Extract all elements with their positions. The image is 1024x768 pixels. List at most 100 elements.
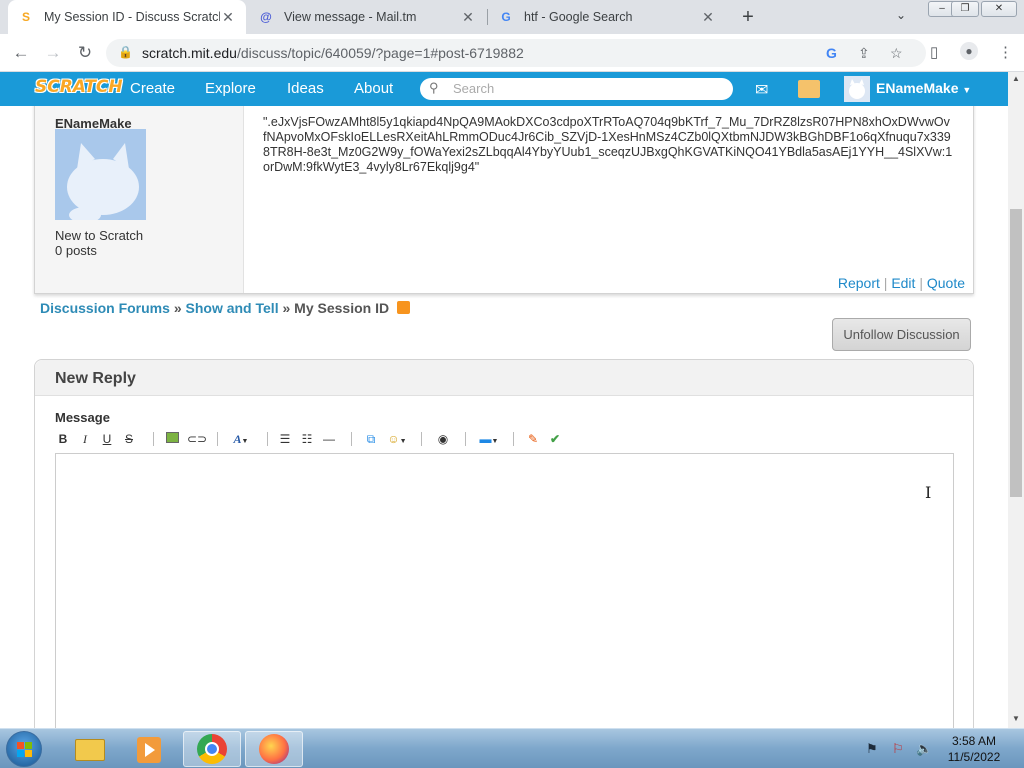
breadcrumb: Discussion Forums » Show and Tell » My S… (40, 300, 410, 316)
windows-logo-icon (17, 742, 32, 757)
google-favicon-icon: G (501, 10, 511, 24)
share-icon[interactable]: ⇪ (858, 45, 870, 62)
reload-icon[interactable]: ↻ (74, 42, 96, 64)
google-lens-icon[interactable]: G (826, 45, 837, 61)
image-icon[interactable] (165, 430, 179, 448)
profile-icon[interactable]: ● (960, 42, 978, 60)
scratch-search-input[interactable]: ⚲ Search (420, 78, 733, 100)
post-actions: Report | Edit | Quote (838, 275, 965, 291)
chrome-taskbar-icon[interactable] (183, 731, 241, 767)
clock-time: 3:58 AM (951, 734, 997, 748)
address-bar[interactable]: 🔒 scratch.mit.edu/discuss/topic/640059/?… (106, 39, 926, 67)
numbered-list-icon[interactable]: ☷ (299, 430, 315, 448)
font-color-icon[interactable]: A▼ (229, 430, 253, 448)
breadcrumb-current: My Session ID (294, 300, 390, 316)
tab-mail-tm[interactable]: @ View message - Mail.tm ✕ (248, 0, 486, 34)
close-window-button[interactable]: ✕ (981, 1, 1017, 17)
chevron-down-icon: ▼ (962, 85, 972, 95)
media-player-taskbar-icon[interactable] (122, 731, 180, 767)
check-icon[interactable]: ✔ (547, 430, 563, 448)
windows-taskbar: ⚑ ⚐ 🔈 3:58 AM 11/5/2022 (0, 728, 1024, 768)
nav-explore[interactable]: Explore (205, 80, 256, 97)
tab-title: htf - Google Search (524, 10, 633, 24)
new-reply-panel: New Reply Message B I U S ⊂⊃ A▼ ☰ ☷ — ⧉ … (34, 359, 974, 728)
close-tab-icon[interactable]: ✕ (460, 9, 476, 26)
rss-feed-icon[interactable] (396, 301, 410, 314)
bookmark-star-icon[interactable]: ☆ (890, 45, 903, 62)
tab-title: View message - Mail.tm (284, 10, 417, 24)
firefox-taskbar-icon[interactable] (245, 731, 303, 767)
globe-icon[interactable]: ◉ (435, 430, 451, 448)
reply-header (35, 360, 973, 396)
clean-icon[interactable]: ✎ (525, 430, 541, 448)
message-textarea[interactable] (55, 453, 954, 728)
author-post-count: 0 posts (55, 243, 97, 258)
browser-toolbar: ← → ↻ 🔒 scratch.mit.edu/discuss/topic/64… (0, 34, 1024, 72)
tab-search-icon[interactable]: ⌄ (896, 8, 906, 22)
action-separator: | (919, 275, 923, 291)
smiley-icon[interactable]: ☺▼ (385, 430, 409, 448)
breadcrumb-discussion-forums[interactable]: Discussion Forums (40, 300, 170, 316)
toolbar-divider (421, 432, 422, 446)
browser-tab-strip: S My Session ID - Discuss Scratch ✕ @ Vi… (0, 0, 1024, 34)
username-dropdown[interactable]: ENameMake ▼ (876, 80, 971, 96)
close-tab-icon[interactable]: ✕ (700, 9, 716, 26)
message-label: Message (55, 410, 110, 425)
volume-tray-icon[interactable]: 🔈 (916, 741, 932, 757)
scratch-favicon-icon: S (21, 10, 30, 24)
toolbar-divider (267, 432, 268, 446)
network-tray-icon[interactable]: ⚑ (866, 741, 878, 757)
new-tab-button[interactable]: + (736, 5, 760, 29)
author-rank: New to Scratch (55, 228, 144, 243)
bulleted-list-icon[interactable]: ☰ (277, 430, 293, 448)
horizontal-rule-icon[interactable]: — (321, 430, 337, 448)
link-icon[interactable]: ⊂⊃ (187, 430, 207, 448)
nav-about[interactable]: About (354, 80, 393, 97)
scroll-up-arrow-icon[interactable]: ▲ (1008, 72, 1024, 86)
taskbar-clock[interactable]: 3:58 AM 11/5/2022 (940, 733, 1008, 765)
strikethrough-icon[interactable]: S (123, 430, 135, 448)
action-center-tray-icon[interactable]: ⚐ (892, 741, 904, 757)
underline-icon[interactable]: U (101, 430, 113, 448)
user-avatar[interactable] (844, 76, 870, 102)
bold-icon[interactable]: B (57, 430, 69, 448)
tab-google-search[interactable]: G htf - Google Search ✕ (488, 0, 726, 34)
mailtm-favicon-icon: @ (260, 10, 272, 24)
edit-link[interactable]: Edit (891, 275, 915, 291)
search-placeholder: Search (453, 81, 495, 96)
page-content: ENameMake New to Scratch 0 posts ".eJxVj… (0, 106, 1008, 728)
side-panel-icon[interactable]: ▯ (930, 43, 938, 61)
quote-link[interactable]: Quote (927, 275, 965, 291)
code-icon[interactable]: ▬▼ (477, 430, 501, 448)
nav-ideas[interactable]: Ideas (287, 80, 324, 97)
tab-discuss-scratch[interactable]: S My Session ID - Discuss Scratch ✕ (8, 0, 246, 34)
explorer-taskbar-icon[interactable] (62, 731, 120, 767)
back-arrow-icon[interactable]: ← (10, 42, 32, 64)
forward-arrow-icon[interactable]: → (42, 42, 64, 64)
toolbar-divider (351, 432, 352, 446)
page-scrollbar[interactable]: ▲ ▼ (1008, 72, 1024, 728)
toolbar-divider (513, 432, 514, 446)
close-tab-icon[interactable]: ✕ (220, 9, 236, 26)
nav-create[interactable]: Create (130, 80, 175, 97)
toolbar-divider (153, 432, 154, 446)
unfollow-discussion-button[interactable]: Unfollow Discussion (832, 318, 971, 351)
scratchblocks-icon[interactable]: ⧉ (363, 430, 379, 448)
search-icon: ⚲ (429, 80, 439, 95)
breadcrumb-separator: » (173, 300, 182, 316)
author-avatar[interactable] (55, 129, 146, 220)
my-stuff-folder-icon[interactable] (798, 80, 820, 98)
start-button[interactable] (6, 731, 42, 767)
clock-date: 11/5/2022 (947, 750, 1001, 764)
italic-icon[interactable]: I (79, 430, 91, 448)
report-link[interactable]: Report (838, 275, 880, 291)
messages-envelope-icon[interactable]: ✉ (755, 80, 768, 100)
menu-kebab-icon[interactable]: ⋮ (998, 43, 1013, 61)
scroll-down-arrow-icon[interactable]: ▼ (1008, 712, 1024, 726)
scratch-logo[interactable]: SCRATCH (35, 77, 123, 97)
toolbar-divider (465, 432, 466, 446)
breadcrumb-separator: » (282, 300, 291, 316)
breadcrumb-show-and-tell[interactable]: Show and Tell (186, 300, 279, 316)
scrollbar-thumb[interactable] (1010, 209, 1022, 497)
restore-button[interactable]: ❐ (951, 1, 979, 17)
